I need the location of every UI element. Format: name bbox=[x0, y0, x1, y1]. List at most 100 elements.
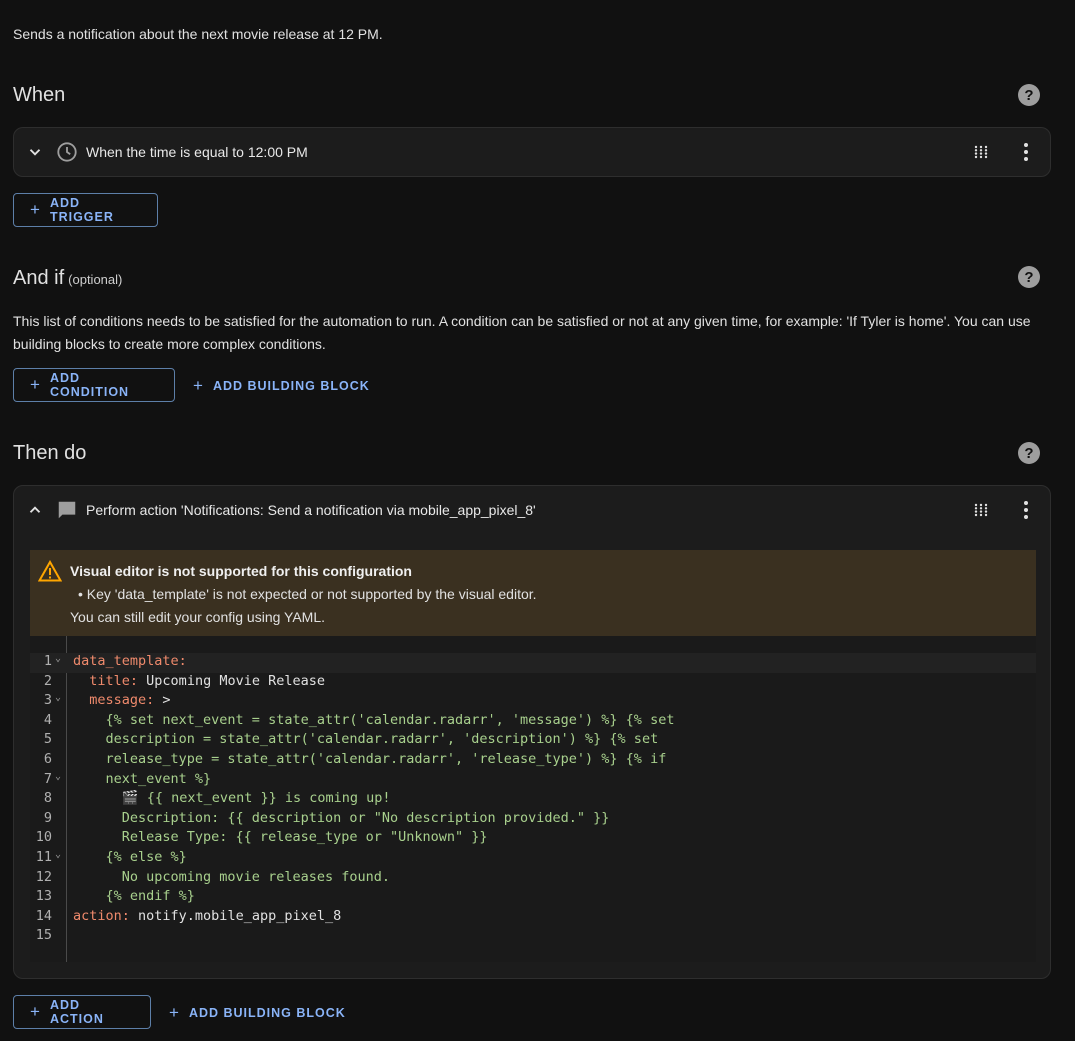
code-line[interactable]: 6 release_type = state_attr('calendar.ra… bbox=[30, 751, 1036, 771]
code-text: message: > bbox=[73, 692, 170, 709]
yaml-template: description = state_attr('calendar.radar… bbox=[73, 731, 659, 748]
yaml-template: {% else %} bbox=[73, 849, 187, 865]
line-number: 3 bbox=[43, 692, 52, 709]
code-text: Release Type: {{ release_type or "Unknow… bbox=[73, 829, 488, 845]
clock-icon bbox=[57, 142, 77, 162]
add-action-button[interactable]: + ADD ACTION bbox=[13, 995, 151, 1029]
add-action-label: ADD ACTION bbox=[49, 998, 104, 1026]
more-vertical-icon[interactable] bbox=[1018, 142, 1034, 162]
line-number: 12 bbox=[35, 868, 52, 885]
code-line[interactable]: 1 ⌄ data_template: bbox=[30, 653, 1036, 673]
code-line[interactable]: 13 {% endif %} bbox=[30, 888, 1036, 908]
code-text: No upcoming movie releases found. bbox=[73, 869, 390, 885]
add-condition-button[interactable]: + ADD CONDITION bbox=[13, 368, 175, 402]
plus-icon: + bbox=[30, 200, 40, 219]
code-line[interactable]: 8 🎬 {{ next_event }} is coming up! bbox=[30, 790, 1036, 810]
section-title-when: When bbox=[13, 84, 66, 106]
yaml-key: message: bbox=[89, 692, 155, 709]
yaml-value: Upcoming Movie Release bbox=[138, 672, 325, 689]
code-line[interactable]: 15 bbox=[30, 927, 1036, 947]
code-line[interactable]: 7 ⌄ next_event %} bbox=[30, 771, 1036, 791]
visual-editor-warning: Visual editor is not supported for this … bbox=[30, 550, 1036, 636]
plus-icon: + bbox=[30, 375, 40, 394]
section-title-then-do: Then do bbox=[13, 442, 87, 464]
conditions-help-text: This list of conditions needs to be sati… bbox=[13, 313, 1031, 352]
warning-item-text: Key 'data_template' is not expected or n… bbox=[86, 586, 537, 602]
code-line[interactable]: 10 Release Type: {{ release_type or "Unk… bbox=[30, 829, 1036, 849]
help-icon[interactable]: ? bbox=[1018, 442, 1040, 464]
yaml-template: {% set next_event = state_attr('calendar… bbox=[73, 711, 675, 728]
message-icon bbox=[58, 501, 76, 519]
code-line[interactable]: 11 ⌄ {% else %} bbox=[30, 849, 1036, 869]
plus-icon: + bbox=[30, 1002, 40, 1021]
line-number: 6 bbox=[43, 751, 52, 767]
code-text: description = state_attr('calendar.radar… bbox=[73, 731, 659, 748]
yaml-key: data_template: bbox=[73, 653, 187, 669]
warning-title: Visual editor is not supported for this … bbox=[70, 563, 412, 579]
code-line[interactable]: 3 ⌄ message: > bbox=[30, 692, 1036, 712]
line-number: 4 bbox=[43, 711, 52, 728]
add-building-block-button[interactable]: + ADD BUILDING BLOCK bbox=[193, 369, 370, 403]
code-line[interactable]: 5 description = state_attr('calendar.rad… bbox=[30, 731, 1036, 751]
code-line[interactable]: 4 {% set next_event = state_attr('calend… bbox=[30, 712, 1036, 732]
fold-chevron-icon[interactable]: ⌄ bbox=[55, 653, 61, 664]
yaml-key: title: bbox=[89, 672, 139, 689]
code-text: {% else %} bbox=[73, 849, 187, 865]
section-title-and-if: And if (optional) bbox=[13, 267, 122, 290]
line-number: 15 bbox=[35, 927, 52, 944]
yaml-template: 🎬 {{ next_event }} is coming up! bbox=[73, 790, 391, 807]
warning-footer: You can still edit your config using YAM… bbox=[70, 609, 326, 625]
more-vertical-icon[interactable] bbox=[1018, 500, 1034, 520]
trigger-label: When the time is equal to 12:00 PM bbox=[86, 144, 308, 160]
yaml-template: release_type = state_attr('calendar.rada… bbox=[73, 751, 667, 767]
add-building-block-label: ADD BUILDING BLOCK bbox=[188, 1006, 346, 1020]
add-trigger-button[interactable]: + ADD TRIGGER bbox=[13, 193, 158, 227]
line-number: 8 bbox=[43, 790, 52, 807]
code-text: 🎬 {{ next_event }} is coming up! bbox=[73, 790, 391, 806]
drag-handle-icon[interactable] bbox=[974, 145, 988, 159]
trigger-card[interactable]: When the time is equal to 12:00 PM bbox=[13, 127, 1051, 177]
code-text: data_template: bbox=[73, 653, 187, 669]
plus-icon: + bbox=[169, 1003, 179, 1022]
line-number: 13 bbox=[35, 888, 52, 905]
automation-description: Sends a notification about the next movi… bbox=[13, 26, 383, 42]
plus-icon: + bbox=[193, 376, 203, 395]
line-number: 11 bbox=[35, 849, 52, 865]
drag-handle-icon[interactable] bbox=[974, 503, 988, 517]
line-number: 14 bbox=[35, 907, 52, 924]
code-text: next_event %} bbox=[73, 771, 212, 787]
code-line[interactable]: 2 title: Upcoming Movie Release bbox=[30, 673, 1036, 693]
code-text: release_type = state_attr('calendar.rada… bbox=[73, 751, 667, 767]
code-line[interactable]: 14 action: notify.mobile_app_pixel_8 bbox=[30, 908, 1036, 928]
code-line[interactable]: 9 Description: {{ description or "No des… bbox=[30, 810, 1036, 830]
yaml-template: {% endif %} bbox=[73, 888, 195, 905]
line-number: 2 bbox=[43, 672, 52, 689]
code-text: {% endif %} bbox=[73, 888, 195, 904]
yaml-key: action: bbox=[73, 907, 130, 924]
add-condition-label: ADD CONDITION bbox=[49, 371, 130, 399]
fold-chevron-icon[interactable]: ⌄ bbox=[55, 771, 61, 782]
warning-icon bbox=[38, 560, 62, 582]
line-number: 9 bbox=[43, 809, 52, 826]
help-icon[interactable]: ? bbox=[1018, 266, 1040, 288]
code-text: Description: {{ description or "No descr… bbox=[73, 810, 610, 826]
chevron-down-icon[interactable] bbox=[26, 143, 44, 161]
action-label: Perform action 'Notifications: Send a no… bbox=[86, 502, 536, 518]
optional-label: (optional) bbox=[68, 272, 123, 287]
yaml-template: Release Type: {{ release_type or "Unknow… bbox=[73, 829, 488, 846]
code-text: action: notify.mobile_app_pixel_8 bbox=[73, 908, 341, 924]
fold-chevron-icon[interactable]: ⌄ bbox=[55, 692, 61, 703]
code-line[interactable]: 12 No upcoming movie releases found. bbox=[30, 869, 1036, 889]
help-icon[interactable]: ? bbox=[1018, 84, 1040, 106]
yaml-code-editor[interactable]: 1 ⌄ data_template: 2 title: Upcoming Movie … bbox=[30, 636, 1036, 962]
chevron-up-icon[interactable] bbox=[26, 501, 44, 519]
line-number: 1 bbox=[43, 653, 52, 669]
add-building-block-button[interactable]: + ADD BUILDING BLOCK bbox=[169, 996, 346, 1030]
line-number: 7 bbox=[43, 770, 52, 787]
yaml-value: notify.mobile_app_pixel_8 bbox=[129, 907, 342, 924]
and-if-title: And if bbox=[13, 267, 65, 289]
warning-list-item: • Key 'data_template' is not expected or… bbox=[78, 586, 537, 602]
fold-chevron-icon[interactable]: ⌄ bbox=[55, 849, 61, 860]
add-building-block-label: ADD BUILDING BLOCK bbox=[212, 379, 370, 393]
